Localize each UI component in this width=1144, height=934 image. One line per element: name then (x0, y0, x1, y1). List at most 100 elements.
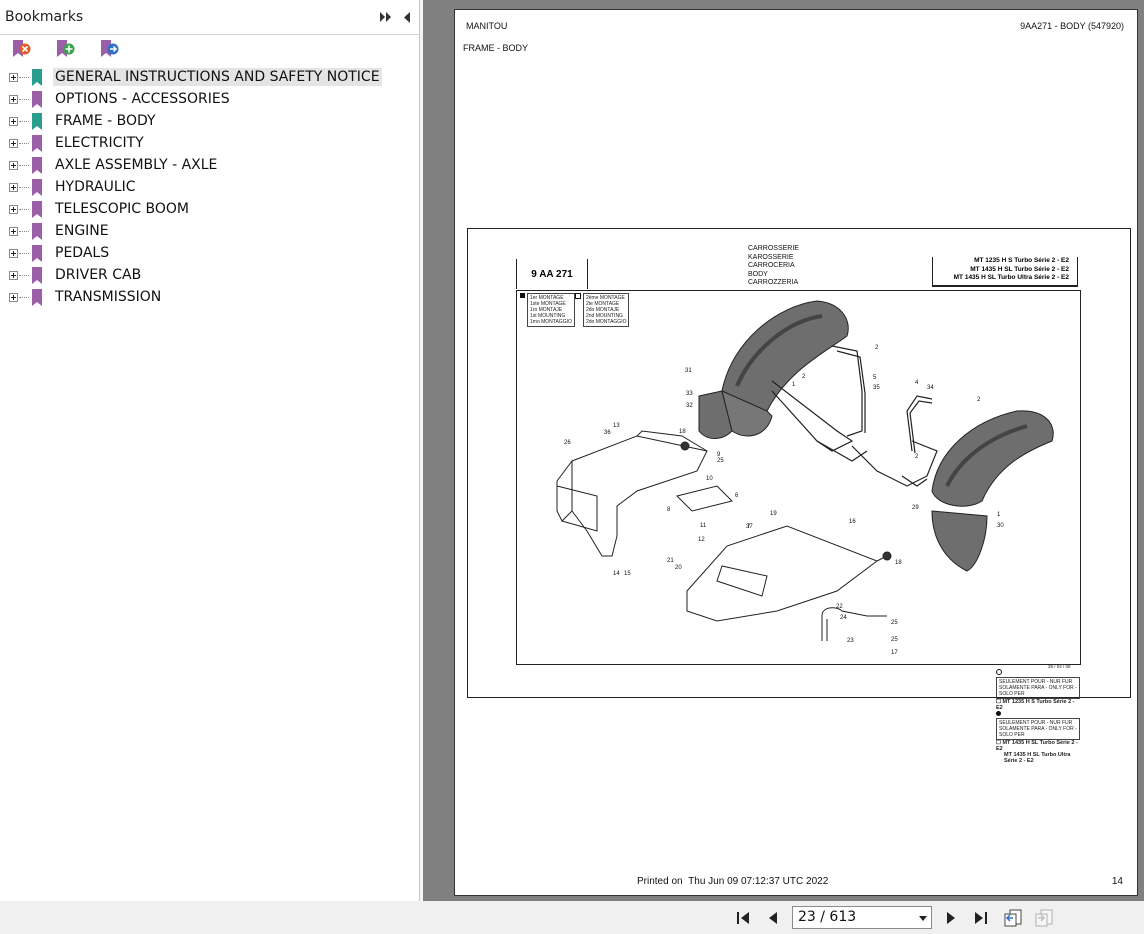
navigate-back-icon[interactable] (1003, 908, 1025, 928)
tree-connector (19, 230, 29, 232)
bookmark-label: HYDRAULIC (55, 179, 136, 195)
bookmark-icon (32, 222, 42, 240)
bookmark-item[interactable]: TELESCOPIC BOOM (0, 198, 419, 220)
drawing-models: MT 1235 H S Turbo Série 2 - E2 MT 1435 H … (932, 257, 1078, 287)
right-step-tray (686, 525, 892, 641)
part-number-labels: 23112 53543423332131836269251068111272291… (564, 345, 1004, 656)
part-number: 34 (927, 385, 934, 391)
part-number: 23 (847, 638, 854, 644)
expand-icon[interactable] (9, 72, 18, 82)
part-number: 31 (685, 368, 692, 374)
bookmark-item[interactable]: ENGINE (0, 220, 419, 242)
part-number: 35 (873, 385, 880, 391)
expand-icon[interactable] (9, 226, 18, 236)
expand-panel-icon[interactable] (377, 8, 395, 26)
tree-connector (19, 296, 29, 298)
bookmark-icon (32, 244, 42, 262)
tree-connector (19, 76, 29, 78)
collapse-panel-icon[interactable] (398, 8, 416, 26)
part-number: 21 (667, 558, 674, 564)
bookmark-item[interactable]: TRANSMISSION (0, 286, 419, 308)
bookmark-item[interactable]: PEDALS (0, 242, 419, 264)
bookmark-icon (32, 90, 42, 108)
next-page-icon[interactable] (942, 910, 960, 926)
exploded-view-illustration: 23112 53543423332131836269251068111272291… (556, 300, 1054, 656)
expand-icon[interactable] (9, 116, 18, 126)
bookmark-label: PEDALS (55, 245, 110, 261)
chevron-down-icon[interactable] (919, 916, 927, 921)
part-number: 2 (802, 374, 806, 380)
part-number: 32 (686, 403, 693, 409)
expand-icon[interactable] (9, 94, 18, 104)
expand-icon[interactable] (9, 204, 18, 214)
bookmark-item[interactable]: FRAME - BODY (0, 110, 419, 132)
goto-bookmark-icon[interactable] (98, 38, 120, 60)
part-number: 16 (849, 519, 856, 525)
page-indicator: 23 / 613 (798, 909, 857, 925)
bookmark-label: TELESCOPIC BOOM (55, 201, 189, 217)
first-page-icon[interactable] (735, 910, 753, 926)
bookmark-item[interactable]: AXLE ASSEMBLY - AXLE (0, 154, 419, 176)
part-number: 14 (613, 571, 620, 577)
tree-connector (19, 120, 29, 122)
previous-page-icon[interactable] (765, 910, 783, 926)
bookmark-icon (32, 266, 42, 284)
bookmark-item[interactable]: GENERAL INSTRUCTIONS AND SAFETY NOTICE (0, 66, 419, 88)
drawing-title-line: CARROSSERIE (748, 245, 799, 252)
bookmark-icon (32, 156, 42, 174)
tree-connector (19, 208, 29, 210)
bookmark-label: ELECTRICITY (55, 135, 144, 151)
part-number: 18 (895, 560, 902, 566)
part-number: 36 (604, 430, 611, 436)
bookmark-icon (32, 200, 42, 218)
expand-icon[interactable] (9, 270, 18, 280)
part-number: 5 (873, 375, 877, 381)
expand-icon[interactable] (9, 182, 18, 192)
applicability-note: SEULEMENT POUR - NUR FUR SOLAMENTE PARA -… (996, 669, 1080, 764)
page-selector[interactable]: 23 / 613 (792, 906, 932, 929)
part-number: 25 (717, 458, 724, 464)
bookmark-label: TRANSMISSION (55, 289, 162, 305)
tree-connector (19, 142, 29, 144)
expand-icon[interactable] (9, 160, 18, 170)
part-number: 29 (912, 505, 919, 511)
bookmarks-panel: Bookmarks GENERAL INSTRUCTIONS AND SAFET… (0, 0, 420, 901)
bookmark-item[interactable]: HYDRAULIC (0, 176, 419, 198)
part-number: 25 (891, 637, 898, 643)
delete-bookmark-icon[interactable] (10, 38, 32, 60)
expand-icon[interactable] (9, 292, 18, 302)
printed-on-text: Printed on Thu Jun 09 07:12:37 UTC 2022 (637, 876, 829, 887)
add-bookmark-icon[interactable] (54, 38, 76, 60)
part-number: 2 (915, 454, 919, 460)
bookmark-icon (32, 68, 42, 86)
part-number: 4 (915, 380, 919, 386)
drawing-titles: CARROSSERIE KAROSSERIE CARROCERIA BODY CARRO… (748, 245, 799, 288)
bookmark-item[interactable]: OPTIONS - ACCESSORIES (0, 88, 419, 110)
bookmark-item[interactable]: DRIVER CAB (0, 264, 419, 286)
drawing-title-line: CARROCERIA (748, 262, 795, 269)
bookmarks-header: Bookmarks (0, 0, 419, 35)
part-number: 25 (891, 620, 898, 626)
bookmark-tree: GENERAL INSTRUCTIONS AND SAFETY NOTICE OP… (0, 66, 419, 308)
part-number: 1 (997, 512, 1001, 518)
document-viewer[interactable]: MANITOU 9AA271 - BODY (547920) FRAME - B… (423, 0, 1144, 901)
bookmark-label: ENGINE (55, 223, 109, 239)
bookmark-label: GENERAL INSTRUCTIONS AND SAFETY NOTICE (53, 68, 382, 86)
last-page-icon[interactable] (972, 910, 990, 926)
navigate-forward-icon[interactable] (1034, 908, 1056, 928)
tree-connector (19, 98, 29, 100)
bookmarks-title: Bookmarks (5, 9, 84, 25)
part-number: 11 (700, 523, 707, 529)
bookmark-item[interactable]: ELECTRICITY (0, 132, 419, 154)
expand-icon[interactable] (9, 248, 18, 258)
right-mudguard (931, 410, 1054, 572)
part-number: 37 (746, 524, 753, 530)
tree-connector (19, 186, 29, 188)
part-number: 13 (613, 423, 620, 429)
bookmark-label: FRAME - BODY (55, 113, 156, 129)
page-header-reference: 9AA271 - BODY (547920) (1020, 21, 1124, 31)
bookmark-icon (32, 112, 42, 130)
drawing-model-line: MT 1435 H SL Turbo Série 2 - E2 (970, 265, 1069, 273)
drawing-title-line: CARROZZERIA (748, 279, 799, 286)
expand-icon[interactable] (9, 138, 18, 148)
